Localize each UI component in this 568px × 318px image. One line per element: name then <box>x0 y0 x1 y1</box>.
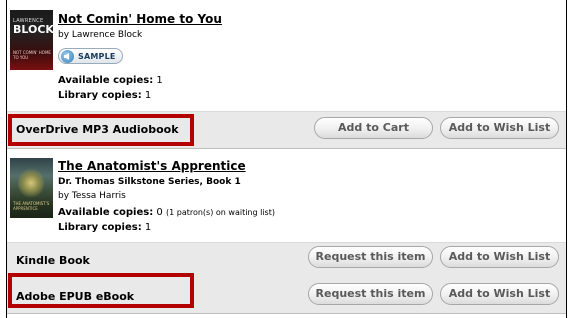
sample-label: SAMPLE <box>78 52 116 61</box>
cover-author-name: BLOCK <box>13 23 53 36</box>
available-copies-value: 1 <box>156 75 163 86</box>
add-to-wish-list-button[interactable]: Add to Wish List <box>440 117 559 139</box>
library-copies: Library copies: 1 <box>58 222 151 233</box>
available-copies: Available copies: 0 (1 patron(s) on wait… <box>58 207 275 218</box>
book-cover-image[interactable]: THE ANATOMIST'S APPRENTICE <box>10 158 53 218</box>
cover-title: NOT COMIN' HOME TO YOU <box>13 50 51 60</box>
book-cover-image[interactable]: LAWRENCE BLOCK NOT COMIN' HOME TO YOU <box>10 10 53 70</box>
cover-title: THE ANATOMIST'S APPRENTICE <box>13 201 50 211</box>
book-title-link[interactable]: Not Comin' Home to You <box>58 12 222 26</box>
available-copies-value: 0 <box>156 207 163 218</box>
request-item-button[interactable]: Request this item <box>308 283 433 305</box>
available-copies-label: Available copies: <box>58 75 154 86</box>
book-author: by Tessa Harris <box>58 191 126 201</box>
speaker-icon <box>61 50 74 63</box>
frame-right-border <box>566 0 567 318</box>
add-to-wish-list-button[interactable]: Add to Wish List <box>440 283 559 305</box>
format-label: Kindle Book <box>16 254 90 267</box>
library-copies-label: Library copies: <box>58 222 142 233</box>
sample-button[interactable]: SAMPLE <box>58 48 123 64</box>
book-series: Dr. Thomas Silkstone Series, Book 1 <box>58 177 241 187</box>
library-copies-value: 1 <box>144 222 152 233</box>
available-copies-label: Available copies: <box>58 207 154 218</box>
request-item-button[interactable]: Request this item <box>308 246 433 268</box>
add-to-wish-list-button[interactable]: Add to Wish List <box>440 246 559 268</box>
cover-artwork <box>18 168 44 198</box>
format-highlight-box <box>8 114 194 146</box>
library-copies: Library copies: 1 <box>58 90 151 101</box>
book-author: by Lawrence Block <box>58 30 143 40</box>
library-copies-value: 1 <box>144 90 152 101</box>
add-to-cart-button[interactable]: Add to Cart <box>314 117 433 139</box>
library-copies-label: Library copies: <box>58 90 142 101</box>
format-highlight-box <box>8 273 194 308</box>
book-title-link[interactable]: The Anatomist's Apprentice <box>58 159 246 173</box>
waiting-list-note: (1 patron(s) on waiting list) <box>165 208 275 217</box>
available-copies: Available copies: 1 <box>58 75 163 86</box>
